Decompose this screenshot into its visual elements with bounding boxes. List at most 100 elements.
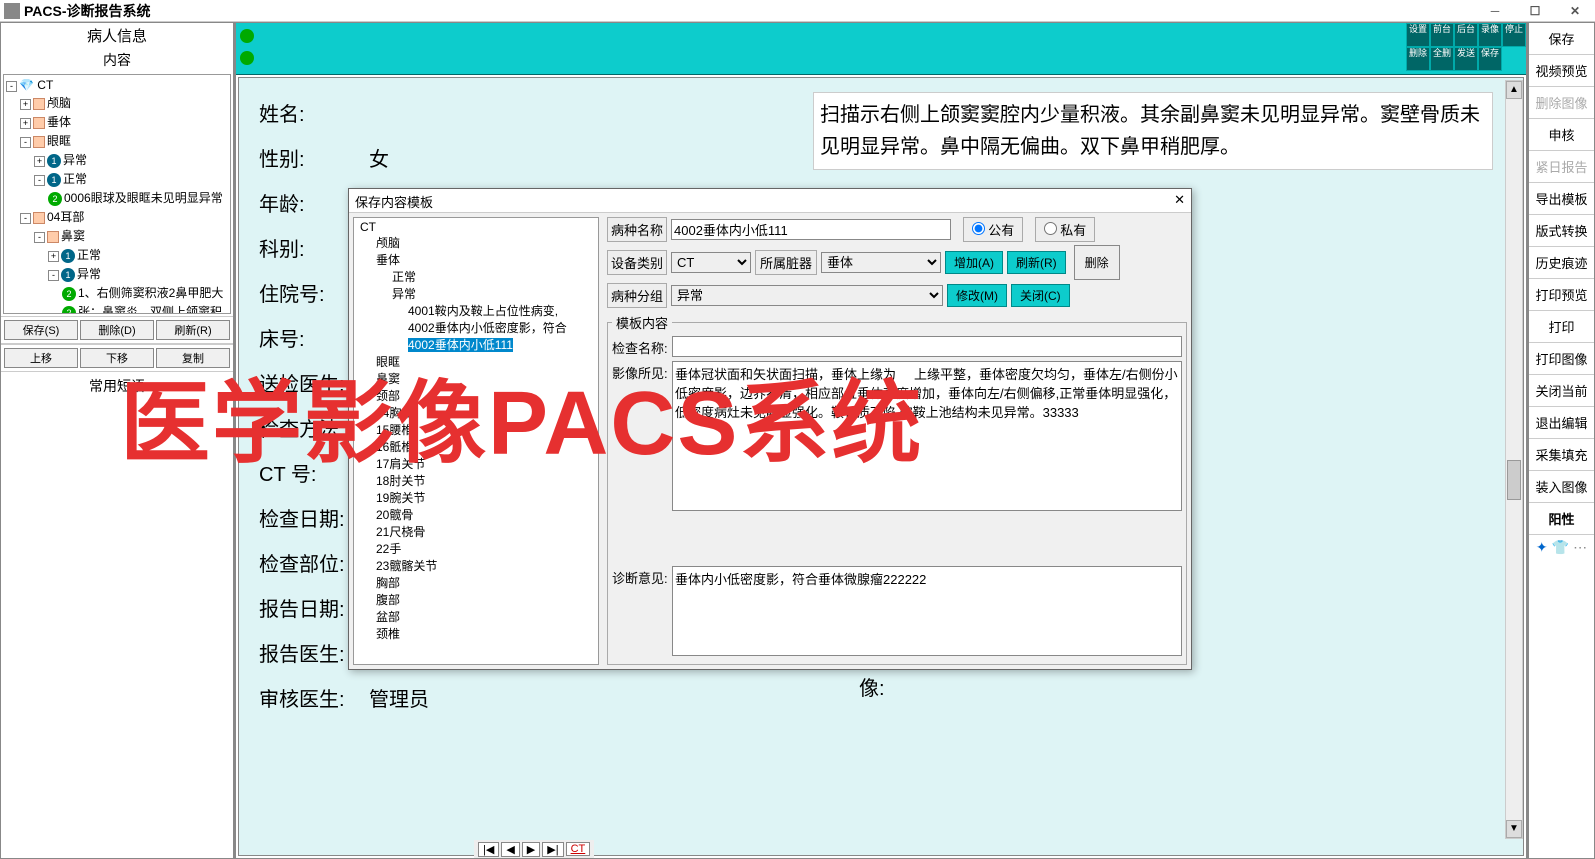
modify-button[interactable]: 修改(M) (947, 284, 1007, 307)
dialog-tree-item: 盆部 (356, 608, 596, 625)
right-btn-7[interactable]: 历史痕迹 (1529, 247, 1594, 279)
disease-name-input[interactable] (671, 219, 951, 240)
tree-item-label[interactable]: 1、右侧筛窦积液2鼻甲肥大 (78, 286, 223, 300)
tab-nav-first[interactable]: |◀ (478, 842, 499, 857)
scroll-up-icon[interactable]: ▲ (1506, 81, 1522, 99)
tree-item-label[interactable]: 正常 (77, 248, 101, 262)
close-dialog-button[interactable]: 关闭(C) (1011, 284, 1070, 307)
report-scrollbar[interactable]: ▲ ▼ (1505, 80, 1523, 839)
dialog-tree[interactable]: CT颅脑垂体正常异常4001鞍内及鞍上占位性病变,4002垂体内小低密度影，符合… (353, 217, 599, 665)
toolbar-nav-icon[interactable] (240, 29, 254, 43)
toolbar-icon[interactable]: 后台 (1454, 23, 1478, 47)
right-btn-1[interactable]: 视频预览 (1529, 55, 1594, 87)
toolbar-icon[interactable]: 停止 (1502, 23, 1526, 47)
right-btn-13[interactable]: 采集填充 (1529, 439, 1594, 471)
window-title: PACS-诊断报告系统 (24, 1, 151, 21)
dialog-close-button[interactable]: ✕ (1174, 192, 1185, 209)
toolbar-icon-grid: 设置前台后台录像停止删除全删发送保存 (1406, 23, 1526, 71)
findings-label: 影像所见: (612, 361, 672, 562)
exam-name-textarea[interactable] (672, 336, 1182, 357)
tree-item-label[interactable]: 颅脑 (47, 96, 71, 110)
toolbar-nav-icon[interactable] (240, 51, 254, 65)
tree-item-label[interactable]: 眼眶 (47, 134, 71, 148)
minimize-button[interactable]: ─ (1475, 0, 1515, 22)
tree-save-button[interactable]: 保存(S) (4, 320, 78, 340)
positive-button[interactable]: 阳性 (1529, 503, 1594, 535)
right-btn-0[interactable]: 保存 (1529, 23, 1594, 55)
toolbar-icon[interactable]: 保存 (1478, 47, 1502, 71)
right-btn-9[interactable]: 打印 (1529, 311, 1594, 343)
tab-nav-last[interactable]: ▶| (542, 842, 563, 857)
dialog-tree-item: 4002垂体内小低111 (356, 336, 596, 353)
dialog-tree-item: 16骶椎 (356, 438, 596, 455)
tool-icon[interactable]: ✦ (1536, 539, 1548, 556)
dialog-tree-item: 15腰椎 (356, 421, 596, 438)
toolbar-icon[interactable]: 删除 (1406, 47, 1430, 71)
right-btn-5[interactable]: 导出模板 (1529, 183, 1594, 215)
tab-nav-next[interactable]: ▶ (522, 842, 540, 857)
tool-icon[interactable]: ⋯ (1573, 539, 1587, 556)
scroll-down-icon[interactable]: ▼ (1506, 820, 1522, 838)
right-btn-4[interactable]: 紧日报告 (1529, 151, 1594, 183)
tree-up-button[interactable]: 上移 (4, 348, 78, 368)
toolbar-icon[interactable]: 前台 (1430, 23, 1454, 47)
dialog-tree-item: 21尺桡骨 (356, 523, 596, 540)
main-toolbar: 设置前台后台录像停止删除全删发送保存 (236, 23, 1526, 75)
tree-copy-button[interactable]: 复制 (156, 348, 230, 368)
tree-item-label[interactable]: 鼻窦 (61, 229, 85, 243)
toolbar-icon[interactable]: 设置 (1406, 23, 1430, 47)
template-tree[interactable]: -💎 CT+颅脑+垂体-眼眶+1异常-1正常20006眼球及眼眶未见明显异常-0… (3, 74, 231, 314)
right-btn-10[interactable]: 打印图像 (1529, 343, 1594, 375)
diagnosis-textarea[interactable] (672, 566, 1182, 656)
tree-refresh-button[interactable]: 刷新(R) (156, 320, 230, 340)
common-phrase-header: 常用短语 (1, 372, 233, 400)
add-button[interactable]: 增加(A) (945, 251, 1003, 274)
tree-item-label[interactable]: 异常 (63, 153, 87, 167)
disease-group-label: 病种分组 (607, 283, 667, 308)
findings-text[interactable]: 扫描示右侧上颌窦窦腔内少量积液。其余副鼻窦未见明显异常。窦壁骨质未见明显异常。鼻… (813, 92, 1493, 170)
bottom-tabs[interactable]: |◀ ◀ ▶ ▶| CT (474, 840, 594, 858)
refresh-button[interactable]: 刷新(R) (1007, 251, 1066, 274)
right-btn-8[interactable]: 打印预览 (1529, 279, 1594, 311)
toolbar-icon[interactable]: 录像 (1478, 23, 1502, 47)
tool-icon[interactable]: 👕 (1552, 539, 1569, 556)
toolbar-icon[interactable]: 发送 (1454, 47, 1478, 71)
right-btn-11[interactable]: 关闭当前 (1529, 375, 1594, 407)
dialog-title: 保存内容模板 (355, 192, 433, 209)
scroll-thumb[interactable] (1507, 460, 1521, 500)
tree-item-label[interactable]: 张：鼻窦炎，双侧上颌窦积 (78, 305, 222, 314)
tree-item-label[interactable]: 异常 (77, 267, 101, 281)
maximize-button[interactable]: ☐ (1515, 0, 1555, 22)
right-btn-14[interactable]: 装入图像 (1529, 471, 1594, 503)
tree-item-label[interactable]: 正常 (63, 172, 87, 186)
tree-item-label[interactable]: 垂体 (47, 115, 71, 129)
dialog-tree-item: 颅脑 (356, 234, 596, 251)
close-button[interactable]: ✕ (1555, 0, 1595, 22)
dialog-tree-item: 眼眶 (356, 353, 596, 370)
patient-info-header: 病人信息 (1, 23, 233, 48)
right-btn-2[interactable]: 删除图像 (1529, 87, 1594, 119)
right-btn-12[interactable]: 退出编辑 (1529, 407, 1594, 439)
disease-group-select[interactable]: 异常 (671, 285, 943, 306)
diagnosis-label: 诊断意见: (612, 566, 672, 656)
toolbar-icon[interactable]: 全删 (1430, 47, 1454, 71)
device-type-select[interactable]: CT (671, 252, 751, 273)
tree-down-button[interactable]: 下移 (80, 348, 154, 368)
tab-ct[interactable]: CT (566, 842, 591, 856)
tree-delete-button[interactable]: 删除(D) (80, 320, 154, 340)
right-btn-3[interactable]: 申核 (1529, 119, 1594, 151)
field-label: 性别: (259, 143, 369, 172)
dialog-tree-item: 14胸椎 (356, 404, 596, 421)
delete-button[interactable]: 删除 (1074, 245, 1120, 280)
right-btn-6[interactable]: 版式转换 (1529, 215, 1594, 247)
tree-item-label[interactable]: 04耳部 (47, 210, 84, 224)
public-radio[interactable]: 公有 (963, 217, 1023, 242)
tab-nav-prev[interactable]: ◀ (501, 842, 519, 857)
field-value: 女 (369, 143, 389, 172)
organ-select[interactable]: 垂体 (821, 252, 941, 273)
findings-textarea[interactable] (672, 361, 1182, 511)
dialog-tree-item: 19腕关节 (356, 489, 596, 506)
tree-item-label[interactable]: 0006眼球及眼眶未见明显异常 (64, 191, 223, 205)
left-panel: 病人信息 内容 -💎 CT+颅脑+垂体-眼眶+1异常-1正常20006眼球及眼眶… (1, 23, 236, 858)
private-radio[interactable]: 私有 (1035, 217, 1095, 242)
